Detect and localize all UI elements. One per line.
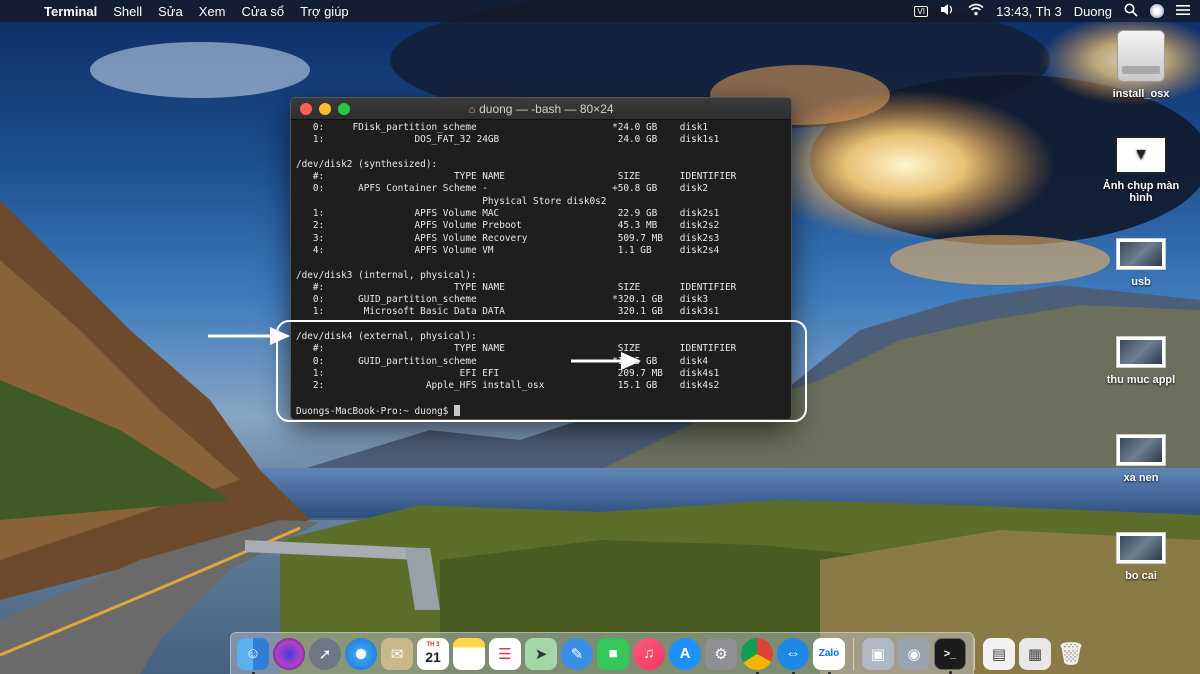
notification-center-icon[interactable] bbox=[1176, 4, 1190, 19]
menu-edit[interactable]: Sửa bbox=[158, 4, 183, 19]
arrow-pointing-right-icon bbox=[208, 327, 290, 345]
terminal-line: Physical Store disk0s2 bbox=[296, 195, 607, 207]
menu-window[interactable]: Cửa sổ bbox=[241, 4, 284, 19]
mail-icon[interactable]: ✉ bbox=[381, 637, 413, 670]
highlight-box bbox=[276, 320, 807, 422]
menu-shell[interactable]: Shell bbox=[113, 4, 142, 19]
desktop-icon-label: Ảnh chụp màn hình bbox=[1102, 180, 1180, 204]
safari-icon[interactable] bbox=[345, 637, 377, 670]
menu-bar: Terminal Shell Sửa Xem Cửa sổ Trợ giúp V… bbox=[0, 0, 1200, 22]
maps-icon[interactable]: ➤ bbox=[525, 637, 557, 670]
clock[interactable]: 13:43, Th 3 bbox=[996, 4, 1062, 19]
calendar-icon[interactable]: TH 3 21 bbox=[417, 637, 449, 670]
keyboard-layout-icon[interactable]: VI bbox=[914, 5, 929, 17]
teamviewer-icon[interactable]: ⇔ bbox=[777, 637, 809, 674]
terminal-line: /dev/disk2 (synthesized): bbox=[296, 158, 438, 170]
desktop-icon-thu-muc-appl[interactable]: thu muc appl bbox=[1093, 336, 1189, 386]
music-icon[interactable]: ♫ bbox=[633, 637, 665, 670]
volume-icon[interactable] bbox=[940, 3, 956, 19]
terminal-line: #: TYPE NAME SIZE IDENTIFIER bbox=[296, 281, 737, 293]
arrow-pointing-right-icon bbox=[571, 352, 641, 370]
dock-separator bbox=[974, 637, 975, 670]
launchpad-icon[interactable]: ➚ bbox=[309, 637, 341, 670]
menu-extras: VI 13:43, Th 3 Duong bbox=[914, 3, 1190, 20]
zalo-icon[interactable]: Zalo bbox=[813, 637, 845, 674]
user-menu[interactable]: Duong bbox=[1074, 4, 1112, 19]
terminal-titlebar[interactable]: ⌂ duong — -bash — 80×24 bbox=[291, 98, 791, 120]
system-preferences-icon[interactable]: ⚙ bbox=[705, 637, 737, 670]
disk-utility-icon[interactable]: ◉ bbox=[898, 637, 930, 670]
terminal-line: 1: DOS_FAT_32 24GB 24.0 GB disk1s1 bbox=[296, 134, 720, 146]
app-store-icon[interactable]: A bbox=[669, 637, 701, 670]
menu-help[interactable]: Trợ giúp bbox=[300, 4, 349, 19]
calendar-day: 21 bbox=[425, 649, 441, 665]
terminal-line: #: TYPE NAME SIZE IDENTIFIER bbox=[296, 171, 737, 183]
desktop-icon-screenshots[interactable]: ▼ Ảnh chụp màn hình bbox=[1093, 136, 1189, 204]
terminal-line: 0: FDisk_partition_scheme *24.0 GB disk1 bbox=[296, 122, 709, 133]
siri-app-icon[interactable] bbox=[273, 637, 305, 670]
facetime-icon[interactable]: ■ bbox=[597, 637, 629, 670]
desktop-icon-label: bo cai bbox=[1125, 570, 1157, 582]
reminders-icon[interactable]: ☰ bbox=[489, 637, 521, 670]
terminal-app-icon[interactable]: >_ bbox=[934, 637, 966, 674]
window-title-text: duong — -bash — 80×24 bbox=[479, 101, 614, 116]
desktop-icon-bo-cai[interactable]: bo cai bbox=[1093, 532, 1189, 582]
desktop-icon-install-osx[interactable]: install_osx bbox=[1093, 30, 1189, 100]
calendar-month: TH 3 bbox=[426, 642, 440, 648]
home-folder-icon: ⌂ bbox=[468, 103, 476, 116]
screenshot-folder-icon: ▼ bbox=[1115, 136, 1167, 174]
trash-icon[interactable]: 🗑 bbox=[1055, 638, 1087, 670]
terminal-line: 3: APFS Volume Recovery 509.7 MB disk2s3 bbox=[296, 232, 720, 244]
window-title: ⌂ duong — -bash — 80×24 bbox=[291, 102, 791, 116]
finder-icon[interactable]: ☺ bbox=[237, 637, 269, 674]
menu-view[interactable]: Xem bbox=[199, 4, 226, 19]
desktop-icon-label: usb bbox=[1131, 276, 1151, 288]
folder-icon bbox=[1116, 238, 1166, 270]
terminal-line: 0: APFS Container Scheme - +50.8 GB disk… bbox=[296, 183, 709, 195]
terminal-line: /dev/disk3 (internal, physical): bbox=[296, 269, 477, 281]
external-drive-icon bbox=[1117, 30, 1165, 82]
terminal-line: 1: Microsoft Basic Data DATA 320.1 GB di… bbox=[296, 306, 720, 318]
terminal-line: 2: APFS Volume Preboot 45.3 MB disk2s2 bbox=[296, 220, 720, 232]
terminal-line: 0: GUID_partition_scheme *320.1 GB disk3 bbox=[296, 294, 709, 306]
dock: ☺ ➚ ✉ TH 3 21 ☰ ➤ ✎ ■ ♫ A ⚙ ⇔ Zalo ▣ ◉ >… bbox=[230, 632, 1085, 674]
dock-separator bbox=[853, 637, 854, 670]
terminal-line: 4: APFS Volume VM 1.1 GB disk2s4 bbox=[296, 244, 720, 256]
folder-icon bbox=[1116, 434, 1166, 466]
desktop-icon-usb[interactable]: usb bbox=[1093, 238, 1189, 288]
documents-stack-icon[interactable]: ▦ bbox=[1019, 637, 1051, 670]
desktop-icon-xa-nen[interactable]: xa nen bbox=[1093, 434, 1189, 484]
siri-icon[interactable] bbox=[1150, 4, 1164, 18]
terminal-line: 1: APFS Volume MAC 22.9 GB disk2s1 bbox=[296, 208, 720, 220]
messages-icon[interactable]: ✎ bbox=[561, 637, 593, 670]
spotlight-search-icon[interactable] bbox=[1124, 3, 1138, 20]
wifi-icon[interactable] bbox=[968, 3, 984, 19]
desktop-icon-label: xa nen bbox=[1123, 472, 1159, 484]
desktop-icon-label: thu muc appl bbox=[1106, 374, 1176, 386]
notes-icon[interactable] bbox=[453, 637, 485, 670]
chrome-icon[interactable] bbox=[741, 637, 773, 674]
folder-icon bbox=[1116, 532, 1166, 564]
downloads-stack-icon[interactable]: ▤ bbox=[983, 637, 1015, 670]
desktop-icon-label: install_osx bbox=[1112, 88, 1170, 100]
preview-icon[interactable]: ▣ bbox=[862, 637, 894, 670]
folder-icon bbox=[1116, 336, 1166, 368]
menu-app-terminal[interactable]: Terminal bbox=[44, 4, 97, 19]
